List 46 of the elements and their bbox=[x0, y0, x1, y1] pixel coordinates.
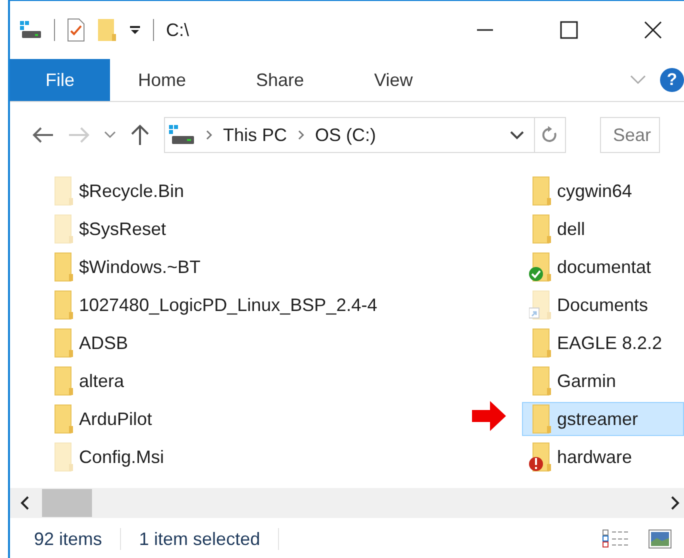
file-item[interactable]: $SysReset bbox=[44, 212, 464, 246]
file-item[interactable]: hardware bbox=[522, 440, 684, 474]
file-item[interactable]: Garmin bbox=[522, 364, 684, 398]
back-arrow-icon[interactable] bbox=[32, 126, 54, 144]
up-arrow-icon[interactable] bbox=[130, 124, 150, 146]
chevron-right-icon[interactable] bbox=[205, 129, 213, 141]
dropdown-icon[interactable] bbox=[129, 24, 141, 36]
properties-icon[interactable] bbox=[67, 18, 85, 42]
scroll-left-icon[interactable] bbox=[20, 496, 30, 510]
file-item[interactable]: dell bbox=[522, 212, 684, 246]
file-item[interactable]: Documents bbox=[522, 288, 684, 322]
thumbnail-view-icon[interactable] bbox=[648, 529, 672, 549]
drive-icon bbox=[169, 125, 195, 145]
breadcrumb[interactable]: This PC bbox=[223, 124, 288, 146]
scrollbar-thumb[interactable] bbox=[42, 489, 92, 517]
ribbon-tab[interactable]: View bbox=[346, 59, 455, 101]
file-item[interactable]: ADSB bbox=[44, 326, 464, 360]
file-item[interactable]: ArduPilot bbox=[44, 402, 464, 436]
breadcrumb[interactable]: OS (C:) bbox=[315, 124, 376, 146]
file-item[interactable]: 1027480_LogicPD_Linux_BSP_2.4-4 bbox=[44, 288, 464, 322]
file-item[interactable]: gstreamer bbox=[522, 402, 684, 436]
details-view-icon[interactable] bbox=[602, 529, 630, 549]
item-count: 92 items bbox=[34, 528, 102, 550]
drive-icon[interactable] bbox=[20, 21, 42, 39]
file-item[interactable]: Config.Msi bbox=[44, 440, 464, 474]
recent-dropdown-icon[interactable] bbox=[104, 131, 116, 139]
chevron-down-icon[interactable] bbox=[510, 130, 524, 140]
help-button[interactable]: ? bbox=[660, 68, 684, 92]
window-title: C:\ bbox=[166, 20, 190, 40]
address-bar[interactable]: This PC OS (C:) bbox=[164, 117, 566, 153]
file-item[interactable]: documentat bbox=[522, 250, 684, 284]
file-item[interactable]: $Recycle.Bin bbox=[44, 174, 464, 208]
ribbon-tab[interactable]: Home bbox=[110, 59, 228, 101]
selection-count: 1 item selected bbox=[139, 528, 260, 550]
search-field[interactable]: Sear bbox=[600, 117, 660, 153]
file-item[interactable]: cygwin64 bbox=[522, 174, 684, 208]
ribbon-tab[interactable]: File bbox=[10, 59, 110, 101]
maximize-icon[interactable] bbox=[560, 21, 578, 39]
file-item[interactable]: altera bbox=[44, 364, 464, 398]
ribbon-tab[interactable]: Share bbox=[228, 59, 346, 101]
close-icon[interactable] bbox=[644, 21, 662, 39]
scroll-right-icon[interactable] bbox=[670, 496, 680, 510]
file-item[interactable]: $Windows.~BT bbox=[44, 250, 464, 284]
file-item[interactable]: EAGLE 8.2.2 bbox=[522, 326, 684, 360]
chevron-right-icon[interactable] bbox=[297, 129, 306, 141]
refresh-icon[interactable] bbox=[541, 125, 559, 145]
